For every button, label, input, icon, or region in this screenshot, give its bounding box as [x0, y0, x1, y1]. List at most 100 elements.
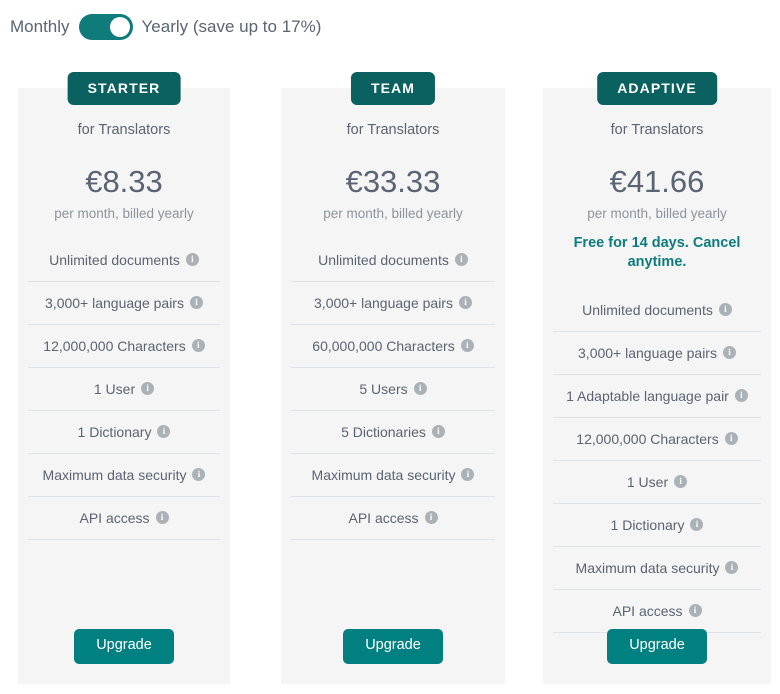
- info-icon[interactable]: i: [454, 253, 468, 267]
- feature-row: Maximum data security i: [28, 454, 220, 497]
- info-icon[interactable]: i: [458, 296, 472, 310]
- feature-label: Unlimited documents: [318, 251, 449, 268]
- feature-label: 1 Adaptable language pair: [566, 387, 729, 404]
- feature-row: Unlimited documents i: [291, 239, 495, 282]
- feature-label: 12,000,000 Characters: [43, 337, 186, 354]
- feature-label: Maximum data security: [42, 466, 187, 483]
- feature-label: 3,000+ language pairs: [45, 294, 184, 311]
- info-icon[interactable]: i: [413, 382, 427, 396]
- info-icon[interactable]: i: [141, 382, 155, 396]
- plan-price: €41.66: [609, 164, 705, 200]
- billing-yearly-label: Yearly (save up to 17%): [141, 17, 322, 36]
- billing-monthly-label: Monthly: [10, 17, 70, 36]
- feature-label: API access: [612, 602, 683, 619]
- pricing-cards: STARTER for Translators €8.33 per month,…: [0, 72, 780, 684]
- info-icon[interactable]: i: [724, 432, 738, 446]
- feature-row: Maximum data security i: [553, 547, 761, 590]
- plan-billing-note: per month, billed yearly: [54, 206, 194, 222]
- feature-row: 3,000+ language pairs i: [291, 282, 495, 325]
- pricing-card-team: TEAM for Translators €33.33 per month, b…: [281, 72, 505, 684]
- upgrade-button[interactable]: Upgrade: [74, 629, 174, 664]
- feature-label: 5 Users: [359, 380, 408, 397]
- info-icon[interactable]: i: [725, 561, 739, 575]
- feature-row: Maximum data security i: [291, 454, 495, 497]
- card-body: for Translators €41.66 per month, billed…: [553, 88, 761, 633]
- feature-row: 3,000+ language pairs i: [28, 282, 220, 325]
- feature-row: 1 Adaptable language pair i: [553, 375, 761, 418]
- info-icon[interactable]: i: [424, 511, 438, 525]
- info-icon[interactable]: i: [461, 468, 475, 482]
- feature-row: 1 User i: [28, 368, 220, 411]
- info-icon[interactable]: i: [460, 339, 474, 353]
- feature-list: Unlimited documents i 3,000+ language pa…: [291, 239, 495, 540]
- feature-list: Unlimited documents i 3,000+ language pa…: [28, 239, 220, 540]
- feature-row: 60,000,000 Characters i: [291, 325, 495, 368]
- feature-row: 12,000,000 Characters i: [553, 418, 761, 461]
- feature-label: Unlimited documents: [49, 251, 180, 268]
- feature-label: 3,000+ language pairs: [314, 294, 453, 311]
- plan-audience: for Translators: [77, 122, 171, 138]
- feature-label: 12,000,000 Characters: [576, 430, 719, 447]
- feature-row: 1 Dictionary i: [553, 504, 761, 547]
- feature-row: 1 User i: [553, 461, 761, 504]
- plan-badge-adaptive[interactable]: ADAPTIVE: [597, 72, 717, 105]
- pricing-card-adaptive: ADAPTIVE for Translators €41.66 per mont…: [543, 72, 771, 684]
- upgrade-button[interactable]: Upgrade: [607, 629, 707, 664]
- info-icon[interactable]: i: [157, 425, 171, 439]
- feature-label: 1 User: [93, 380, 136, 397]
- feature-label: 5 Dictionaries: [341, 423, 426, 440]
- feature-label: 1 User: [626, 473, 669, 490]
- plan-price: €8.33: [85, 164, 163, 200]
- feature-label: Maximum data security: [311, 466, 456, 483]
- feature-row: 5 Users i: [291, 368, 495, 411]
- feature-row: 12,000,000 Characters i: [28, 325, 220, 368]
- card-body: for Translators €8.33 per month, billed …: [28, 88, 220, 540]
- plan-badge-team[interactable]: TEAM: [350, 72, 436, 105]
- info-icon[interactable]: i: [185, 253, 199, 267]
- billing-period-toggle[interactable]: [78, 14, 133, 40]
- info-icon[interactable]: i: [192, 468, 206, 482]
- cta-wrap: Upgrade: [281, 629, 505, 664]
- pricing-card-starter: STARTER for Translators €8.33 per month,…: [18, 72, 230, 684]
- feature-row: 1 Dictionary i: [28, 411, 220, 454]
- info-icon[interactable]: i: [189, 296, 203, 310]
- feature-label: 60,000,000 Characters: [312, 337, 455, 354]
- feature-row: 3,000+ language pairs i: [553, 332, 761, 375]
- upgrade-button[interactable]: Upgrade: [343, 629, 443, 664]
- info-icon[interactable]: i: [191, 339, 205, 353]
- feature-row: API access i: [28, 497, 220, 540]
- feature-label: API access: [79, 509, 150, 526]
- plan-billing-note: per month, billed yearly: [323, 206, 463, 222]
- cta-wrap: Upgrade: [18, 629, 230, 664]
- info-icon[interactable]: i: [734, 389, 748, 403]
- cta-wrap: Upgrade: [543, 629, 771, 664]
- feature-label: Unlimited documents: [582, 301, 713, 318]
- toggle-knob: [109, 17, 130, 37]
- plan-billing-note: per month, billed yearly: [587, 206, 727, 222]
- plan-audience: for Translators: [346, 122, 440, 138]
- feature-row: API access i: [553, 590, 761, 633]
- plan-price: €33.33: [345, 164, 441, 200]
- info-icon[interactable]: i: [431, 425, 445, 439]
- info-icon[interactable]: i: [722, 346, 736, 360]
- info-icon[interactable]: i: [674, 475, 688, 489]
- info-icon[interactable]: i: [690, 518, 704, 532]
- feature-row: API access i: [291, 497, 495, 540]
- feature-row: 5 Dictionaries i: [291, 411, 495, 454]
- billing-period-row: Monthly Yearly (save up to 17%): [10, 12, 321, 42]
- feature-label: 1 Dictionary: [77, 423, 152, 440]
- feature-row: Unlimited documents i: [28, 239, 220, 282]
- feature-row: Unlimited documents i: [553, 289, 761, 332]
- plan-audience: for Translators: [610, 122, 704, 138]
- feature-label: Maximum data security: [575, 559, 720, 576]
- info-icon[interactable]: i: [155, 511, 169, 525]
- feature-label: 3,000+ language pairs: [578, 344, 717, 361]
- info-icon[interactable]: i: [688, 604, 702, 618]
- plan-badge-starter[interactable]: STARTER: [67, 72, 181, 105]
- info-icon[interactable]: i: [718, 303, 732, 317]
- feature-label: 1 Dictionary: [610, 516, 685, 533]
- card-body: for Translators €33.33 per month, billed…: [291, 88, 495, 540]
- feature-label: API access: [348, 509, 419, 526]
- feature-list: Unlimited documents i 3,000+ language pa…: [553, 289, 761, 633]
- plan-promo-text: Free for 14 days. Cancel anytime.: [573, 234, 741, 271]
